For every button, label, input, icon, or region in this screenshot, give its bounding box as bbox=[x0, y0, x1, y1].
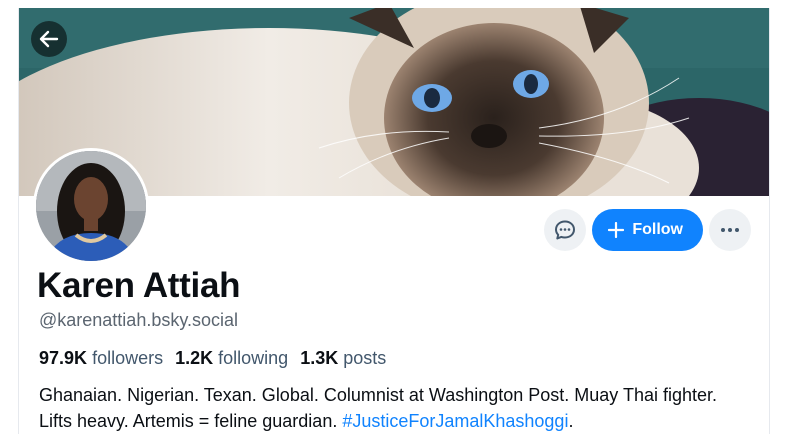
message-button[interactable] bbox=[544, 209, 587, 251]
avatar[interactable] bbox=[33, 148, 149, 264]
follow-button-label: Follow bbox=[632, 221, 683, 238]
bio-end: . bbox=[568, 411, 574, 431]
followers-label: followers bbox=[92, 348, 164, 368]
follow-button[interactable]: Follow bbox=[592, 209, 703, 251]
back-button[interactable] bbox=[31, 21, 67, 57]
ellipsis-icon bbox=[721, 228, 739, 232]
arrow-left-icon bbox=[39, 30, 59, 48]
profile-card: Follow Karen Attiah @karenattiah.bsky.so… bbox=[18, 8, 770, 434]
plus-icon bbox=[608, 222, 625, 238]
following-count: 1.2K bbox=[175, 348, 214, 368]
profile-bio: Ghanaian. Nigerian. Texan. Global. Colum… bbox=[39, 382, 739, 434]
profile-handle: @karenattiah.bsky.social bbox=[39, 310, 239, 330]
more-options-button[interactable] bbox=[709, 209, 751, 251]
followers-stat[interactable]: 97.9K followers bbox=[39, 348, 163, 369]
following-stat[interactable]: 1.2K following bbox=[175, 348, 288, 369]
followers-count: 97.9K bbox=[39, 348, 88, 368]
avatar-image bbox=[36, 151, 146, 261]
following-label: following bbox=[218, 348, 289, 368]
posts-label: posts bbox=[343, 348, 387, 368]
posts-count: 1.3K bbox=[300, 348, 339, 368]
chat-bubble-icon bbox=[555, 220, 576, 240]
posts-stat: 1.3K posts bbox=[300, 348, 386, 369]
profile-actions: Follow bbox=[544, 209, 751, 251]
profile-stats: 97.9K followers 1.2K following 1.3K post… bbox=[39, 348, 386, 369]
bio-hashtag-link[interactable]: #JusticeForJamalKhashoggi bbox=[342, 411, 568, 431]
display-name: Karen Attiah bbox=[37, 266, 241, 305]
